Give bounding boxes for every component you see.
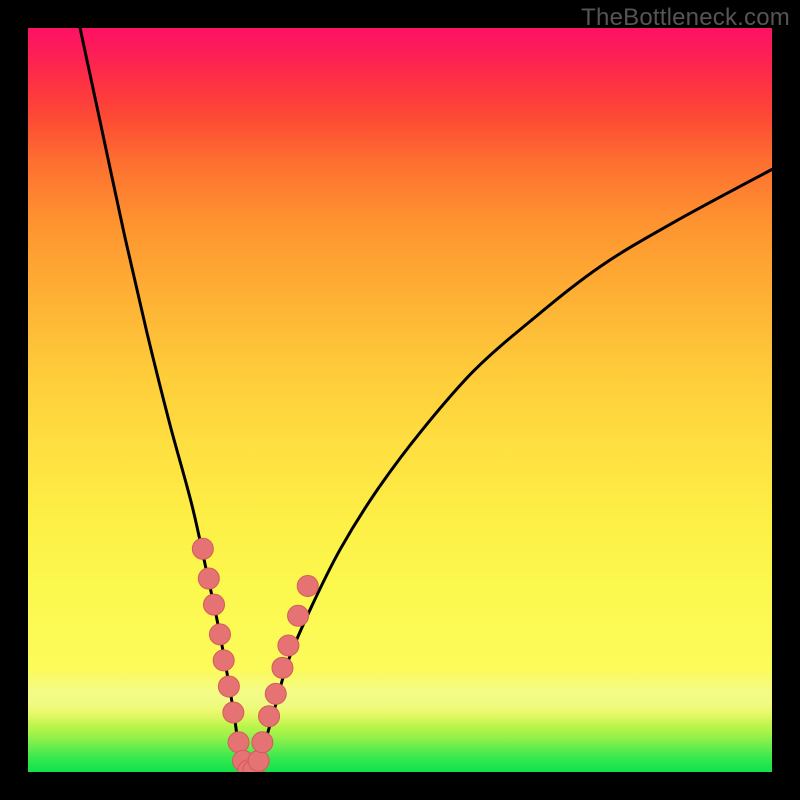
sample-points xyxy=(192,538,318,772)
marker-dot xyxy=(259,706,280,727)
marker-dot xyxy=(272,657,293,678)
marker-dot xyxy=(265,683,286,704)
marker-dot xyxy=(204,594,225,615)
marker-dot xyxy=(198,568,219,589)
marker-dot xyxy=(213,650,234,671)
marker-dot xyxy=(192,538,213,559)
marker-dot xyxy=(218,676,239,697)
watermark-text: TheBottleneck.com xyxy=(581,4,790,32)
marker-dot xyxy=(223,702,244,723)
marker-dot xyxy=(278,635,299,656)
marker-dot xyxy=(228,732,249,753)
marker-dot xyxy=(297,576,318,597)
plot-area xyxy=(28,28,772,772)
chart-frame: TheBottleneck.com xyxy=(0,0,800,800)
marker-dot xyxy=(252,732,273,753)
marker-layer xyxy=(28,28,772,772)
marker-dot xyxy=(209,624,230,645)
marker-dot xyxy=(248,750,269,771)
marker-dot xyxy=(288,605,309,626)
